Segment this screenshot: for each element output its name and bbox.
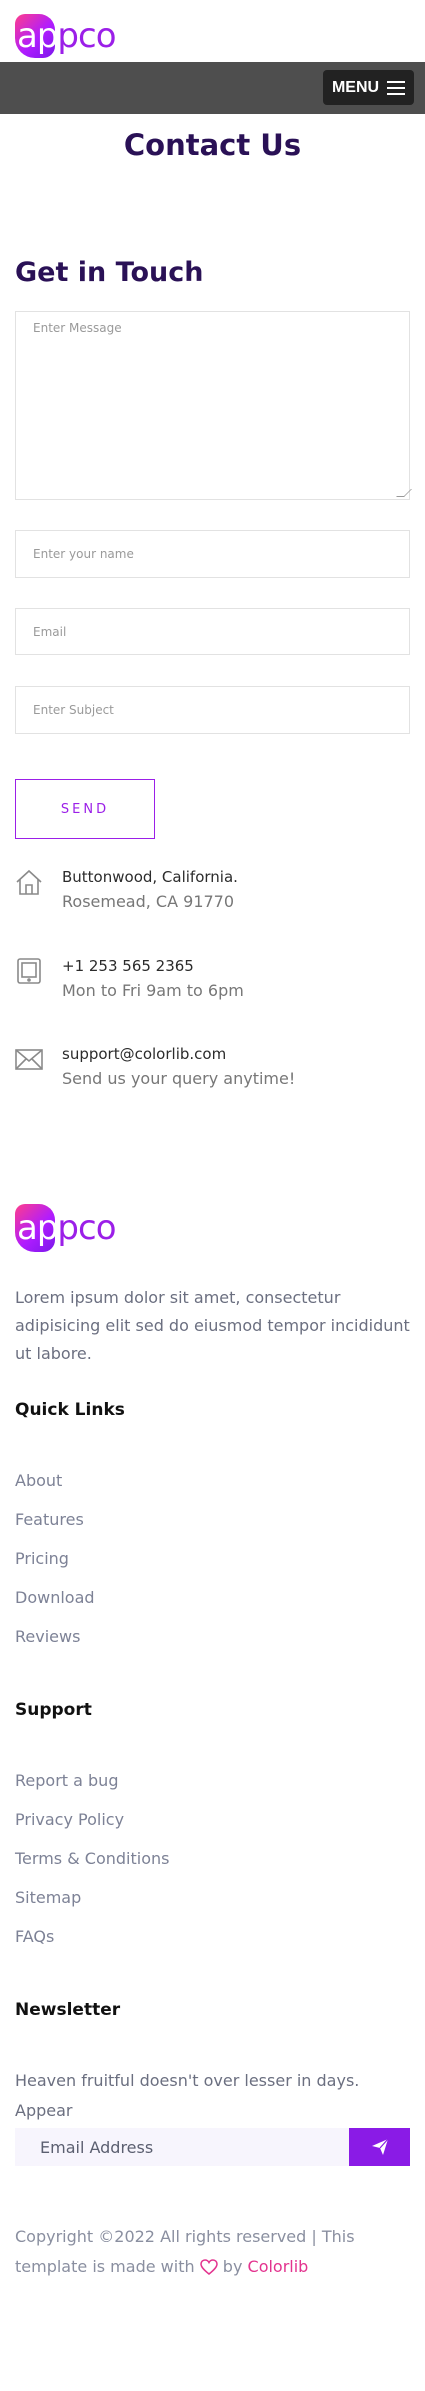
- quick-link-reviews[interactable]: Reviews: [15, 1627, 80, 1646]
- menu-button[interactable]: MENU: [323, 70, 414, 105]
- newsletter-submit-button[interactable]: [349, 2128, 410, 2166]
- message-textarea[interactable]: [15, 311, 410, 500]
- support-link-sitemap[interactable]: Sitemap: [15, 1888, 81, 1907]
- support-link-terms[interactable]: Terms & Conditions: [15, 1849, 169, 1868]
- support-link-faqs[interactable]: FAQs: [15, 1927, 54, 1946]
- support-email-note: Send us your query anytime!: [62, 1069, 296, 1088]
- paper-plane-icon: [371, 2138, 388, 2155]
- quick-link-pricing[interactable]: Pricing: [15, 1549, 69, 1568]
- menu-label: MENU: [331, 78, 380, 96]
- logo-text: appco: [17, 16, 117, 56]
- email-icon: [15, 1049, 43, 1070]
- hamburger-icon: [387, 80, 406, 95]
- address-line1: Buttonwood, California.: [62, 868, 238, 886]
- phone-hours: Mon to Fri 9am to 6pm: [62, 981, 244, 1000]
- newsletter-form: [15, 2128, 410, 2166]
- support-email[interactable]: support@colorlib.com: [62, 1045, 226, 1063]
- page-title: Contact Us: [123, 128, 302, 162]
- newsletter-email-input[interactable]: [15, 2128, 350, 2166]
- footer-logo-text: appco: [17, 1208, 117, 1248]
- navbar: MENU: [0, 62, 425, 114]
- quick-links-heading: Quick Links: [15, 1400, 125, 1420]
- colorlib-credit-link[interactable]: Colorlib: [248, 2257, 309, 2276]
- contact-form-heading: Get in Touch: [15, 257, 204, 288]
- site-logo[interactable]: appco: [15, 14, 117, 58]
- support-link-privacy[interactable]: Privacy Policy: [15, 1810, 124, 1829]
- address-line2: Rosemead, CA 91770: [62, 892, 235, 911]
- quick-link-about[interactable]: About: [15, 1471, 62, 1490]
- home-icon: [16, 869, 42, 895]
- footer-about-text: Lorem ipsum dolor sit amet, consectetur …: [15, 1288, 410, 1363]
- footer-logo[interactable]: appco: [15, 1204, 117, 1252]
- support-heading: Support: [15, 1700, 92, 1720]
- subject-input[interactable]: [15, 686, 410, 734]
- heart-icon: [199, 2259, 218, 2275]
- send-button[interactable]: SEND: [15, 779, 155, 839]
- newsletter-text: Heaven fruitful doesn't over lesser in d…: [15, 2071, 360, 2120]
- quick-link-download[interactable]: Download: [15, 1588, 95, 1607]
- phone-number: +1 253 565 2365: [62, 957, 194, 975]
- tablet-icon: [17, 958, 41, 984]
- site-header: appco: [0, 0, 425, 62]
- email-input[interactable]: [15, 608, 410, 655]
- quick-link-features[interactable]: Features: [15, 1510, 84, 1529]
- name-input[interactable]: [15, 530, 410, 578]
- newsletter-heading: Newsletter: [15, 2000, 121, 2020]
- copyright-text: Copyright ©2022 All rights reserved | Th…: [15, 2227, 355, 2276]
- support-link-report-bug[interactable]: Report a bug: [15, 1771, 118, 1790]
